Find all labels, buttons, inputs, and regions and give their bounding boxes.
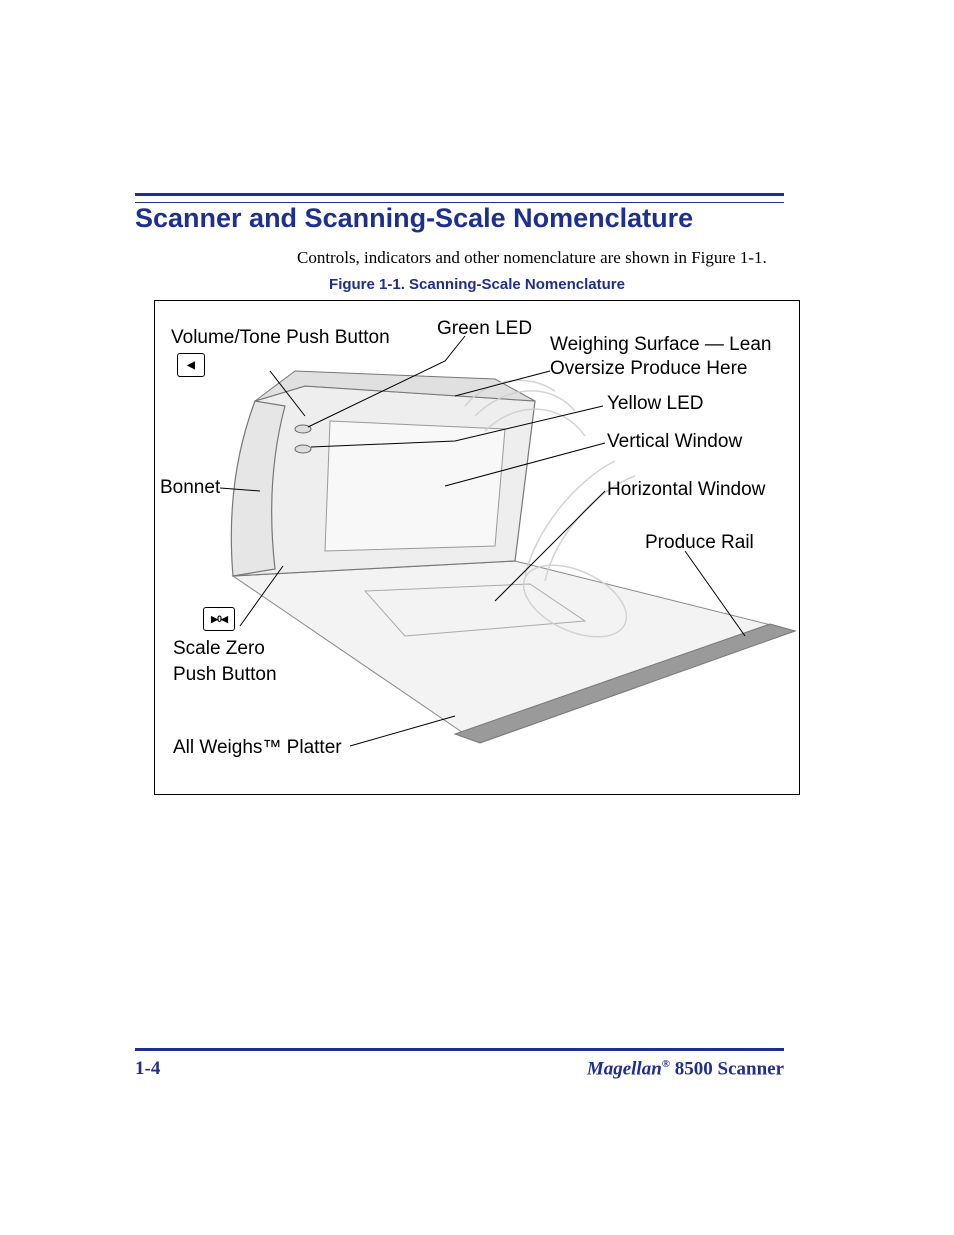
footer-rule: [135, 1048, 784, 1051]
footer-reg: ®: [662, 1058, 670, 1070]
footer-brand: Magellan: [587, 1058, 662, 1079]
figure-box: ◀ ▶0◀ Volume/Tone Push Button Green LED …: [154, 300, 800, 795]
scale-zero-glyph: ▶0◀: [211, 614, 227, 625]
volume-glyph: ◀: [187, 360, 195, 371]
label-yellow-led: Yellow LED: [607, 393, 703, 416]
figure-caption: Figure 1-1. Scanning-Scale Nomenclature: [0, 276, 954, 293]
label-produce-rail: Produce Rail: [645, 532, 754, 555]
top-rule: [135, 193, 784, 203]
label-green-led: Green LED: [437, 318, 532, 341]
footer-product: Magellan® 8500 Scanner: [587, 1058, 784, 1080]
label-weighing-surface-l1: Weighing Surface — Lean: [550, 334, 771, 355]
intro-text: Controls, indicators and other nomenclat…: [297, 248, 767, 268]
label-scale-zero-l2: Push Button: [173, 664, 277, 685]
label-weighing-surface: Weighing Surface — Lean Oversize Produce…: [550, 333, 771, 381]
footer-model: 8500 Scanner: [670, 1058, 784, 1079]
page-number: 1-4: [135, 1058, 160, 1080]
volume-icon: ◀: [177, 353, 205, 377]
label-vertical-window: Vertical Window: [607, 431, 742, 454]
label-all-weighs: All Weighs™ Platter: [173, 737, 342, 760]
scale-zero-icon: ▶0◀: [203, 607, 235, 631]
manual-page: Scanner and Scanning-Scale Nomenclature …: [0, 0, 954, 1235]
label-scale-zero-l1: Scale Zero: [173, 638, 265, 659]
label-scale-zero: Scale Zero Push Button: [173, 636, 277, 687]
label-weighing-surface-l2: Oversize Produce Here: [550, 358, 747, 379]
section-title: Scanner and Scanning-Scale Nomenclature: [135, 203, 693, 234]
label-bonnet: Bonnet: [160, 477, 220, 500]
label-horizontal-window: Horizontal Window: [607, 479, 765, 502]
label-volume-tone: Volume/Tone Push Button: [171, 327, 390, 350]
